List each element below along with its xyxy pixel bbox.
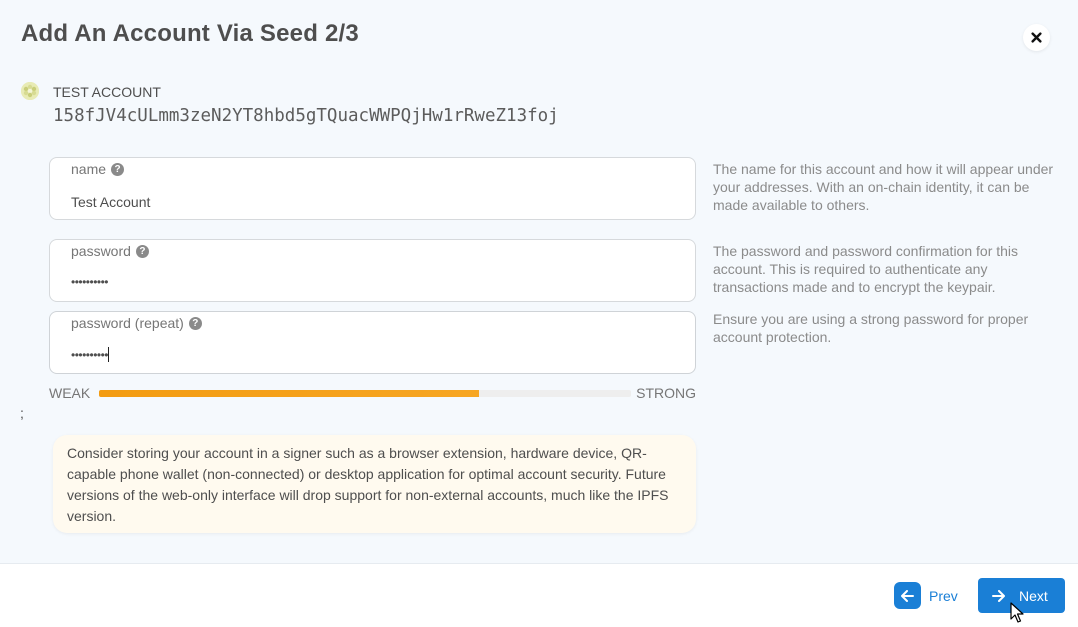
password-repeat-label: password (repeat) [71, 315, 184, 331]
password-repeat-value: •••••••••• [71, 348, 109, 362]
password-help-text: The password and password confirmation f… [713, 243, 1019, 295]
text-caret [108, 347, 110, 362]
strength-fill [99, 390, 480, 397]
name-field-label: name [71, 161, 107, 177]
account-name: TEST ACCOUNT [53, 84, 161, 100]
name-field[interactable]: name ? Test Account [49, 157, 696, 220]
security-warning: Consider storing your account in a signe… [53, 435, 696, 533]
close-icon [1031, 32, 1042, 43]
help-icon[interactable]: ? [188, 316, 202, 330]
password-field[interactable]: password ? •••••••••• [49, 239, 696, 302]
password-repeat-field[interactable]: password (repeat) ? •••••••••• [49, 311, 696, 374]
close-button[interactable] [1023, 24, 1050, 51]
help-icon[interactable]: ? [111, 162, 125, 176]
strength-track [99, 390, 631, 397]
name-help-text: The name for this account and how it wil… [713, 161, 1054, 213]
password-repeat-label-row: password (repeat) ? [71, 315, 202, 331]
password-repeat-input[interactable]: •••••••••• [71, 347, 110, 362]
arrow-left-icon [894, 582, 921, 609]
mouse-pointer-icon [1010, 602, 1024, 623]
account-address: 158fJV4cULmm3zeN2YT8hbd5gTQuacWWPQjHw1rR… [53, 106, 559, 126]
help-icon[interactable]: ? [135, 244, 149, 258]
prev-button[interactable]: Prev [893, 578, 970, 613]
add-account-modal: Add An Account Via Seed 2/3 TEST ACCOUNT… [0, 0, 1078, 627]
strength-weak-label: WEAK [49, 385, 91, 401]
name-field-label-row: name ? [71, 161, 125, 177]
modal-body: Add An Account Via Seed 2/3 TEST ACCOUNT… [0, 0, 1078, 564]
password-field-label: password [71, 243, 131, 259]
password-repeat-help-text: Ensure you are using a strong password f… [713, 311, 1029, 345]
password-field-label-row: password ? [71, 243, 149, 259]
account-identicon [21, 82, 39, 100]
password-input[interactable]: •••••••••• [71, 275, 109, 289]
prev-button-label: Prev [929, 587, 958, 604]
arrow-right-icon [992, 589, 1005, 602]
name-input[interactable]: Test Account [71, 194, 150, 210]
password-strength-meter: WEAK STRONG [49, 385, 696, 401]
strength-strong-label: STRONG [636, 385, 696, 401]
modal-title: Add An Account Via Seed 2/3 [21, 20, 359, 47]
stray-text: ; [20, 405, 24, 421]
